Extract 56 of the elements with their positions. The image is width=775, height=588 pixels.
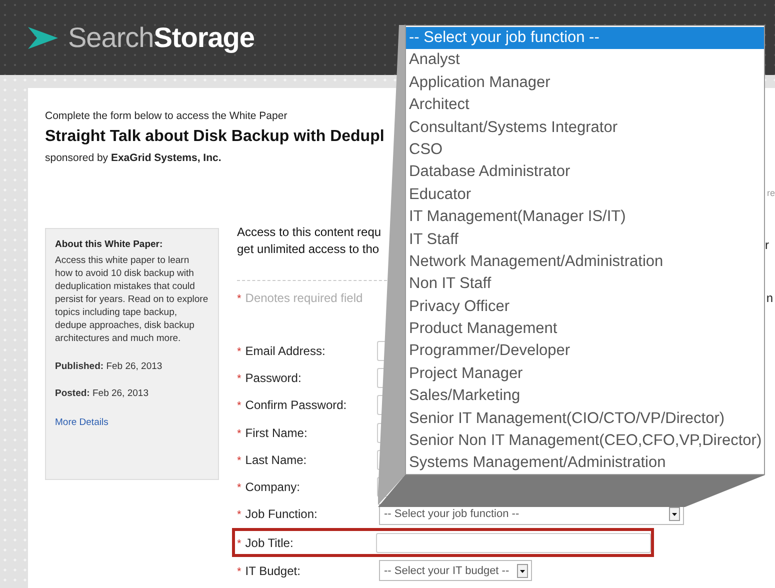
about-heading: About this White Paper: (55, 239, 164, 250)
field-label: Company: (245, 480, 300, 494)
paper-title: Straight Talk about Disk Backup with Dedupl (45, 128, 384, 146)
dropdown-option[interactable]: Systems Management/Administration (406, 452, 764, 475)
required-asterisk: * (237, 538, 242, 550)
field-label: Job Function: (245, 507, 318, 522)
field-label: Confirm Password: (245, 398, 347, 412)
access-text: Access to this content requ get unlimited access to tho (237, 224, 382, 258)
field-label: Email Address: (245, 344, 326, 358)
dropdown-option[interactable]: Application Manager (406, 72, 764, 94)
dropdown-option[interactable]: Project Manager (406, 362, 764, 386)
required-note: Denotes required field (245, 291, 363, 305)
dropdown-option[interactable]: CSO (406, 138, 764, 162)
more-details-link[interactable]: More Details (55, 417, 209, 428)
required-asterisk: * (237, 372, 242, 385)
intro-text: Complete the form below to access the White Paper (45, 110, 288, 122)
date-text: Posted: Feb 26, 2013 (55, 388, 150, 399)
dropdown-option[interactable]: Senior Non IT Management(CEO,CFO,VP,Director) (406, 430, 764, 452)
chevron-logo-icon (28, 26, 58, 48)
sponsor-text: sponsored by ExaGrid Systems, Inc. (45, 152, 222, 164)
dropdown-option[interactable]: Network Management/Administration (406, 250, 764, 274)
about-description: Access this white paper to learn how to avoid 10 disk backup with deduplication mistakes that could persist for years. Read on to explore topics including tape backup, dedupe approaches, disk backup architectures and much more. (55, 254, 209, 345)
field-label: First Name: (245, 426, 308, 440)
required-asterisk: * (237, 346, 242, 358)
cut-off-text: n (766, 291, 773, 305)
dropdown-option[interactable]: Analyst (406, 49, 764, 72)
dropdown-option[interactable]: IT Management(Manager IS/IT) (406, 206, 764, 229)
dropdown-option[interactable]: Educator (406, 184, 764, 206)
field-label: IT Budget: (245, 564, 300, 578)
dropdown-option[interactable]: -- Select your job function -- (406, 27, 764, 50)
required-asterisk: * (237, 428, 242, 440)
select-dropdown[interactable]: -- Select your IT budget -- (379, 560, 532, 582)
field-label: Job Title: (245, 536, 294, 550)
dropdown-option[interactable]: Privacy Officer (406, 296, 764, 318)
required-asterisk: * (237, 400, 242, 412)
text-input[interactable] (376, 532, 651, 553)
field-label: Last Name: (245, 452, 307, 467)
cut-off-text: r (765, 238, 769, 252)
dropdown-option[interactable]: Architect (406, 94, 764, 117)
cut-off-text: re (766, 188, 775, 200)
field-label: Password: (245, 370, 302, 385)
dropdown-option[interactable]: IT Staff (406, 228, 764, 251)
required-asterisk: * (237, 509, 242, 522)
required-asterisk: * (237, 454, 242, 467)
logo-text: SearchStorage (68, 22, 254, 54)
dropdown-option[interactable]: Consultant/Systems Integrator (406, 116, 764, 139)
required-asterisk: * (237, 482, 242, 494)
dropdown-option[interactable]: Sales/Marketing (406, 385, 764, 408)
required-asterisk: * (237, 566, 242, 578)
dropdown-option[interactable]: Programmer/Developer (406, 340, 764, 363)
dropdown-option[interactable]: Non IT Staff (406, 273, 764, 296)
required-asterisk: * (237, 293, 242, 305)
dropdown-option[interactable]: Senior IT Management(CIO/CTO/VP/Director) (406, 408, 764, 430)
dropdown-option[interactable]: Database Administrator (406, 161, 764, 184)
dropdown-option[interactable]: Product Management (406, 318, 764, 340)
date-text: Published: Feb 26, 2013 (55, 361, 164, 372)
